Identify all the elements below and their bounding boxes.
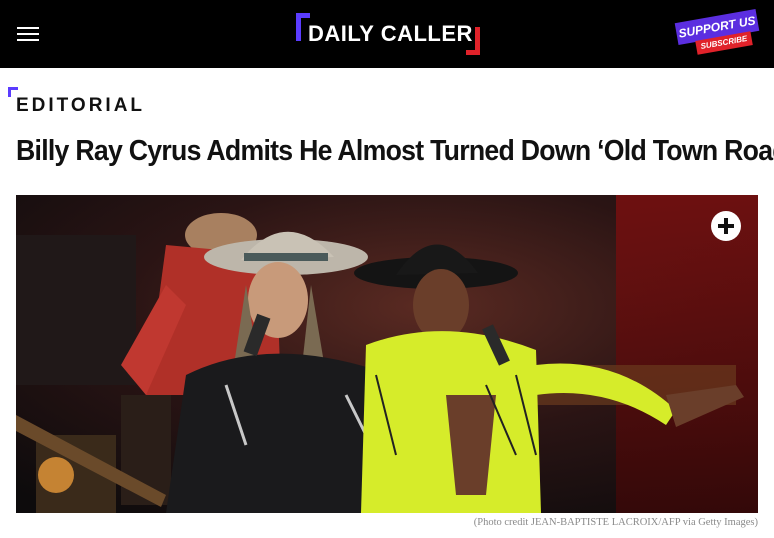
article-hero-image[interactable] bbox=[16, 195, 758, 513]
hamburger-line bbox=[17, 27, 39, 29]
daily-caller-logo[interactable]: DAILY CALLER bbox=[296, 13, 480, 55]
support-us-button[interactable]: SUPPORT US SUBSCRIBE bbox=[674, 9, 760, 58]
hamburger-line bbox=[17, 39, 39, 41]
hamburger-line bbox=[17, 33, 39, 35]
top-navigation-bar: DAILY CALLER SUPPORT US SUBSCRIBE bbox=[0, 0, 774, 68]
article-headline: Billy Ray Cyrus Admits He Almost Turned … bbox=[16, 135, 774, 167]
category-label[interactable]: EDITORIAL bbox=[16, 95, 145, 117]
logo-bracket-right bbox=[466, 27, 480, 55]
logo-text: DAILY CALLER bbox=[308, 21, 473, 46]
photo-credit: (Photo credit JEAN-BAPTISTE LACROIX/AFP … bbox=[473, 517, 758, 528]
concert-photo bbox=[16, 195, 758, 513]
plus-circle-icon[interactable] bbox=[711, 211, 741, 241]
hamburger-menu-icon[interactable] bbox=[17, 25, 39, 43]
